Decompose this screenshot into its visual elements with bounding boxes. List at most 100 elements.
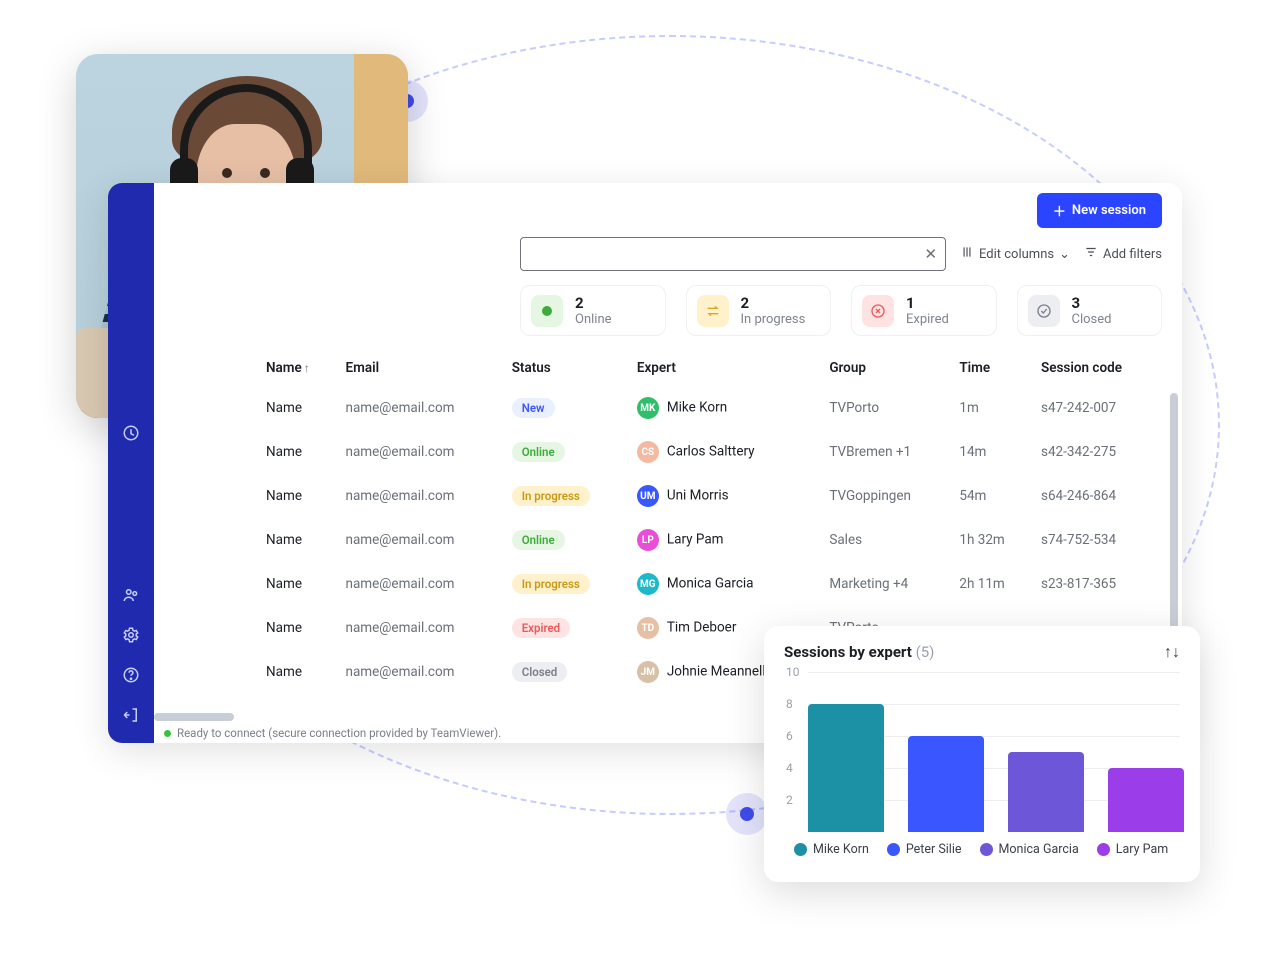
col-name[interactable]: Name↑ <box>258 350 338 386</box>
cell-code: s47-242-007 <box>1033 386 1162 430</box>
add-filters-button[interactable]: Add filters <box>1084 245 1162 263</box>
status-indicator-icon <box>164 730 171 737</box>
help-icon[interactable] <box>108 655 154 695</box>
cell-email: name@email.com <box>338 474 504 518</box>
search-input[interactable]: ✕ <box>520 237 946 271</box>
legend-item: Mike Korn <box>794 842 869 857</box>
status-badge: New <box>512 398 555 418</box>
columns-icon <box>960 245 974 263</box>
legend-label: Mike Korn <box>813 842 869 857</box>
cell-name: Name <box>266 664 302 680</box>
avatar: JM <box>637 661 659 683</box>
stat-count: 3 <box>1072 294 1112 312</box>
col-status[interactable]: Status <box>504 350 629 386</box>
gear-icon[interactable] <box>108 615 154 655</box>
table-row[interactable]: Namename@email.comIn progressMGMonica Ga… <box>258 562 1162 606</box>
legend-swatch <box>980 843 993 856</box>
plus-icon: ＋ <box>1053 201 1066 220</box>
users-icon[interactable] <box>108 575 154 615</box>
cell-email: name@email.com <box>338 650 504 694</box>
logout-icon[interactable] <box>108 695 154 735</box>
avatar: TD <box>637 617 659 639</box>
stat-icon <box>862 295 894 327</box>
y-tick-label: 6 <box>786 729 793 743</box>
chart-bar <box>1108 768 1184 832</box>
cell-code: s42-342-275 <box>1033 430 1162 474</box>
stat-card[interactable]: 1Expired <box>851 285 997 336</box>
cell-time: 1h 32m <box>951 518 1033 562</box>
chevron-down-icon: ⌄ <box>1059 247 1070 262</box>
stat-count: 2 <box>575 294 612 312</box>
cell-expert: Uni Morris <box>667 488 729 504</box>
cell-time: 1m <box>951 386 1033 430</box>
cell-name: Name <box>266 444 302 460</box>
avatar: UM <box>637 485 659 507</box>
table-row[interactable]: Namename@email.comOnlineCSCarlos Saltter… <box>258 430 1162 474</box>
cell-time: 2h 11m <box>951 562 1033 606</box>
legend-item: Monica Garcia <box>980 842 1079 857</box>
y-tick-label: 2 <box>786 793 793 807</box>
table-row[interactable]: Namename@email.comOnlineLPLary PamSales1… <box>258 518 1162 562</box>
chart-title: Sessions by expert <box>784 643 912 661</box>
cell-group: TVPorto <box>821 386 951 430</box>
status-badge: In progress <box>512 574 590 594</box>
sort-toggle-icon[interactable]: ↑↓ <box>1164 642 1180 662</box>
stat-icon <box>1028 295 1060 327</box>
stat-label: Expired <box>906 312 949 327</box>
table-row[interactable]: Namename@email.comNewMKMike KornTVPorto1… <box>258 386 1162 430</box>
cell-expert: Lary Pam <box>667 532 724 548</box>
col-group[interactable]: Group <box>821 350 951 386</box>
stat-card[interactable]: 2Online <box>520 285 666 336</box>
legend-label: Peter Silie <box>906 842 962 857</box>
chart-bar <box>1008 752 1084 832</box>
stat-card[interactable]: 3Closed <box>1017 285 1163 336</box>
status-badge: In progress <box>512 486 590 506</box>
avatar: LP <box>637 529 659 551</box>
sessions-by-expert-chart: Sessions by expert (5) ↑↓ 246810 Mike Ko… <box>764 626 1200 882</box>
new-session-button[interactable]: ＋ New session <box>1037 193 1162 228</box>
cell-email: name@email.com <box>338 518 504 562</box>
topbar: ＋ New session <box>154 183 1182 237</box>
stat-count: 2 <box>741 294 806 312</box>
table-row[interactable]: Name name@email.com In progress UM Uni Morri… <box>258 474 1162 518</box>
cell-group: Marketing +4 <box>821 562 951 606</box>
clear-search-icon[interactable]: ✕ <box>924 245 937 263</box>
y-tick-label: 4 <box>786 761 793 775</box>
cell-expert: Monica Garcia <box>667 576 754 592</box>
stat-icon <box>531 295 563 327</box>
chart-bar <box>908 736 984 832</box>
cell-email: name@email.com <box>338 430 504 474</box>
cell-group: Sales <box>821 518 951 562</box>
cell-name: Name <box>266 400 302 416</box>
col-time[interactable]: Time <box>951 350 1033 386</box>
edit-columns-button[interactable]: Edit columns ⌄ <box>960 245 1070 263</box>
cell-email: name@email.com <box>338 386 504 430</box>
cell-name: Name <box>266 488 302 504</box>
stat-label: Closed <box>1072 312 1112 327</box>
avatar: CS <box>637 441 659 463</box>
new-session-label: New session <box>1072 203 1146 218</box>
decorative-dot <box>726 793 768 835</box>
col-email[interactable]: Email <box>338 350 504 386</box>
cell-expert: Carlos Salttery <box>667 444 755 460</box>
filter-icon <box>1084 245 1098 263</box>
col-expert[interactable]: Expert <box>629 350 821 386</box>
y-tick-label: 10 <box>786 665 800 679</box>
legend-label: Monica Garcia <box>999 842 1079 857</box>
col-session-code[interactable]: Session code <box>1033 350 1162 386</box>
status-badge: Expired <box>512 618 570 638</box>
y-tick-label: 8 <box>786 697 793 711</box>
stat-label: Online <box>575 312 612 327</box>
cell-name: Name <box>266 620 302 636</box>
legend-swatch <box>1097 843 1110 856</box>
status-text: Ready to connect (secure connection prov… <box>177 726 501 740</box>
stat-label: In progress <box>741 312 806 327</box>
sidebar <box>108 183 154 743</box>
stat-card[interactable]: 2In progress <box>686 285 832 336</box>
edit-columns-label: Edit columns <box>979 247 1054 262</box>
horizontal-scrollbar[interactable] <box>154 713 234 721</box>
sidebar-sessions-icon[interactable] <box>108 413 154 453</box>
status-badge: Online <box>512 530 565 550</box>
sort-asc-icon: ↑ <box>304 361 310 375</box>
cell-name: Name <box>266 576 302 592</box>
